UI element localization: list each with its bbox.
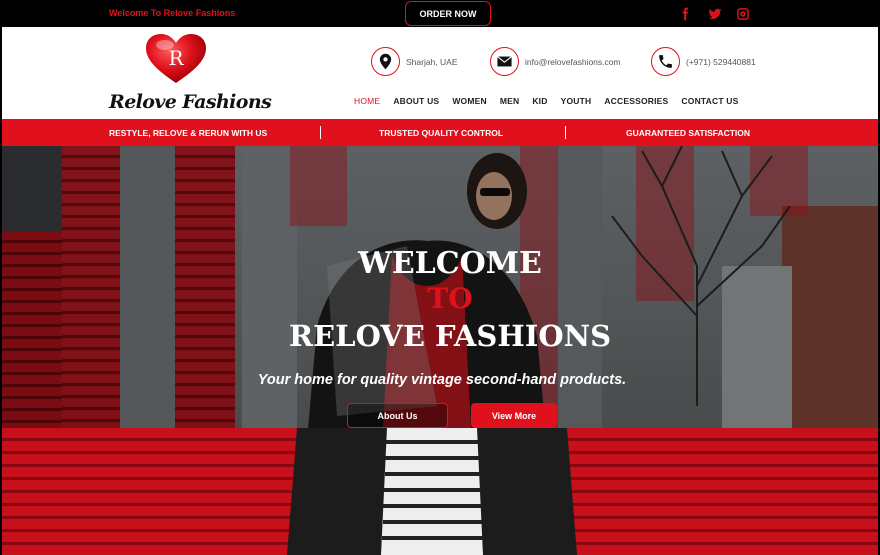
nav-item-women[interactable]: WOMEN [452, 96, 487, 106]
feature-quality: TRUSTED QUALITY CONTROL [379, 128, 504, 138]
welcome-text: Welcome To Relove Fashions [109, 8, 236, 18]
email-text[interactable]: info@relovefashions.com [525, 57, 621, 67]
nav-item-about-us[interactable]: ABOUT US [393, 96, 439, 106]
hero-banner: WELCOME TO RELOVE FASHIONS Your home for… [2, 146, 878, 555]
email-contact: info@relovefashions.com [490, 47, 621, 76]
feature-strip: RESTYLE, RELOVE & RERUN WITH US TRUSTED … [2, 119, 878, 146]
instagram-icon[interactable] [735, 6, 751, 22]
facebook-icon[interactable] [677, 6, 693, 22]
phone-contact: (+971) 529440881 [651, 47, 756, 76]
hero-welcome-heading: WELCOME [358, 246, 542, 281]
model-lower-photo [287, 428, 577, 555]
location-pin-icon [371, 47, 400, 76]
feature-restyle: RESTYLE, RELOVE & RERUN WITH US [109, 128, 268, 138]
nav-item-kid[interactable]: KID [532, 96, 547, 106]
view-more-button[interactable]: View More [471, 403, 557, 428]
site-header: R Relove Fashions Sharjah, UAE info@relo… [2, 27, 878, 119]
hero-brand-heading: RELOVE FASHIONS [288, 319, 612, 353]
heart-logo-icon[interactable]: R [145, 33, 207, 85]
about-us-button[interactable]: About Us [347, 403, 448, 428]
twitter-icon[interactable] [707, 6, 723, 22]
nav-item-men[interactable]: MEN [500, 96, 520, 106]
logo-text[interactable]: Relove Fashions [109, 91, 272, 113]
logo-letter: R [168, 46, 184, 70]
phone-icon [651, 47, 680, 76]
nav-item-accessories[interactable]: ACCESSORIES [604, 96, 668, 106]
hero-tagline: Your home for quality vintage second-han… [257, 372, 627, 388]
location-text: Sharjah, UAE [406, 56, 458, 67]
location-contact: Sharjah, UAE [371, 47, 458, 76]
order-now-button[interactable]: ORDER NOW [405, 1, 491, 26]
nav-item-contact-us[interactable]: CONTACT US [681, 96, 738, 106]
hero-to-heading: TO [427, 282, 473, 315]
nav-item-youth[interactable]: YOUTH [561, 96, 592, 106]
phone-text[interactable]: (+971) 529440881 [686, 57, 756, 67]
envelope-icon [490, 47, 519, 76]
nav-item-home[interactable]: HOME [354, 96, 380, 106]
divider [320, 126, 321, 139]
divider [565, 126, 566, 139]
feature-satisfaction: GUARANTEED SATISFACTION [626, 128, 751, 138]
main-nav: HOME ABOUT US WOMEN MEN KID YOUTH ACCESS… [354, 96, 739, 106]
top-bar: Welcome To Relove Fashions ORDER NOW [0, 0, 880, 27]
